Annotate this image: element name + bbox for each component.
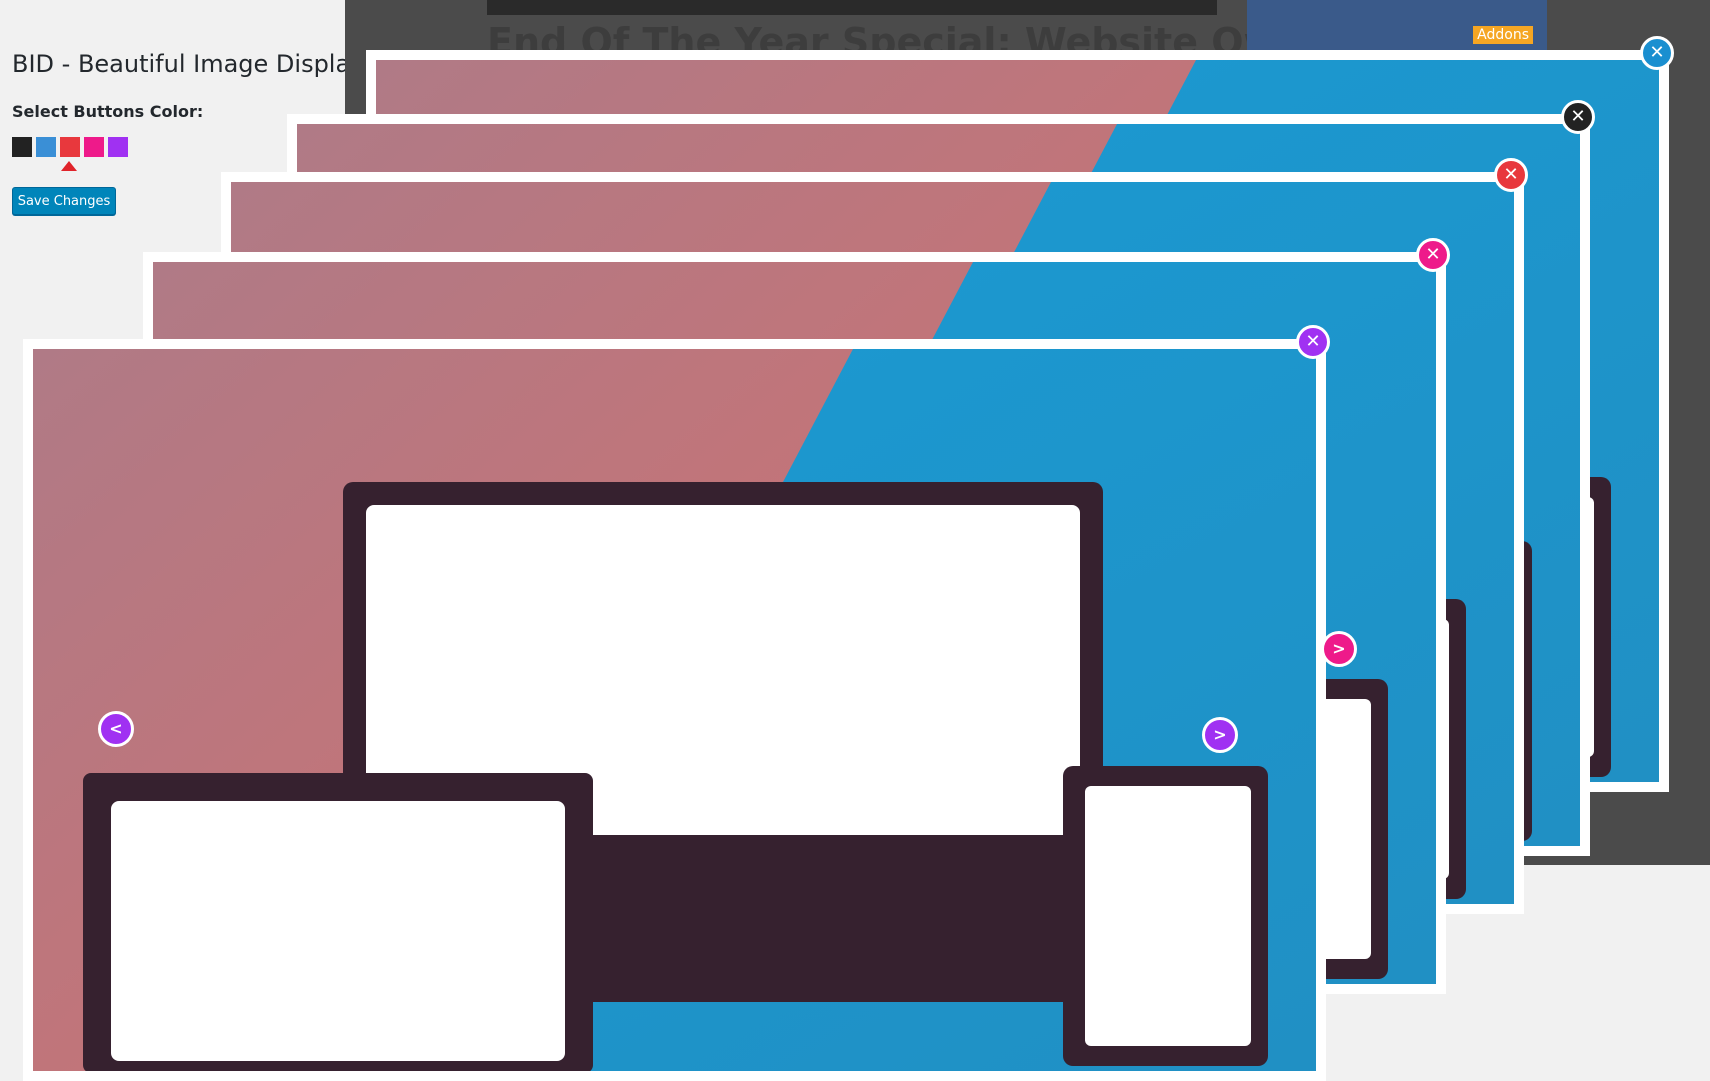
background-video-bar (487, 0, 1217, 15)
close-icon[interactable]: ✕ (1640, 36, 1674, 70)
color-swatch-black[interactable] (12, 137, 32, 157)
color-swatch-blue[interactable] (36, 137, 56, 157)
save-button[interactable]: Save Changes (12, 187, 116, 215)
selected-color-indicator (61, 161, 77, 171)
color-swatch-purple[interactable] (108, 137, 128, 157)
color-swatches (12, 137, 128, 157)
color-swatch-pink[interactable] (84, 137, 104, 157)
close-icon[interactable]: ✕ (1416, 238, 1450, 272)
background-thumbnail: Addons (1247, 0, 1547, 50)
popup-image (33, 349, 1316, 1071)
page-title: BID - Beautiful Image Display (12, 50, 365, 78)
close-icon[interactable]: ✕ (1494, 158, 1528, 192)
popup-illustration (33, 349, 1316, 1071)
next-arrow-icon[interactable]: > (1202, 717, 1238, 753)
prev-arrow-icon[interactable]: < (98, 711, 134, 747)
close-icon[interactable]: ✕ (1561, 100, 1595, 134)
background-thumbnail-label: Addons (1473, 26, 1533, 44)
next-arrow-icon[interactable]: > (1321, 631, 1357, 667)
color-swatch-red[interactable] (60, 137, 80, 157)
close-icon[interactable]: ✕ (1296, 325, 1330, 359)
image-popup (23, 339, 1326, 1081)
select-color-label: Select Buttons Color: (12, 102, 204, 121)
